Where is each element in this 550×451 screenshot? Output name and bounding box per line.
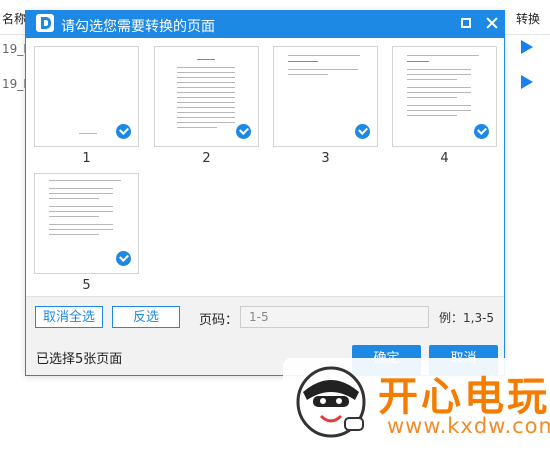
page-preview-line (407, 74, 471, 75)
page-number-label: 4 (440, 151, 449, 166)
page-number-label: 3 (321, 151, 330, 166)
page-preview-line (49, 180, 121, 181)
page-preview-line (49, 188, 113, 189)
page-select-dialog: 请勾选您需要转换的页面 1 2 3 4 5 取消全选 反选 页码： 1-5 例：… (25, 10, 505, 376)
page-number-label: 1 (82, 151, 91, 166)
page-preview-line (177, 87, 235, 88)
column-convert-header: 转换 (516, 12, 541, 26)
page-preview-line (177, 97, 235, 98)
page-preview-line (407, 115, 457, 116)
maximize-icon[interactable] (461, 18, 471, 28)
page-preview-line (407, 69, 471, 70)
play-icon[interactable] (521, 40, 533, 54)
cancel-select-all-button[interactable]: 取消全选 (35, 306, 103, 328)
page-preview-line (197, 59, 215, 60)
page-thumbnail-3[interactable] (273, 46, 378, 147)
page-preview-line (177, 102, 235, 103)
page-preview-line (288, 55, 360, 56)
page-preview-line (49, 211, 113, 212)
page-preview-line (49, 206, 113, 207)
page-preview-line (177, 117, 235, 118)
page-thumbnail-2[interactable] (154, 46, 259, 147)
page-preview-line (407, 92, 471, 93)
page-preview-line (407, 79, 457, 80)
page-preview-line (177, 122, 235, 123)
checkmark-icon[interactable] (355, 124, 370, 139)
close-icon[interactable] (485, 16, 499, 30)
checkmark-icon[interactable] (116, 124, 131, 139)
page-thumbnail-5[interactable] (34, 173, 139, 274)
page-preview-line (177, 67, 235, 68)
page-preview-line (407, 105, 471, 106)
selected-count-text: 已选择5张页面 (36, 352, 123, 367)
page-range-label: 页码： (199, 313, 239, 328)
page-preview-line (407, 110, 471, 111)
page-thumbnail-4[interactable] (392, 46, 497, 147)
checkmark-icon[interactable] (116, 251, 131, 266)
app-logo-icon (36, 14, 54, 32)
page-range-example: 例：1,3-5 (439, 311, 495, 325)
page-preview-line (407, 97, 457, 98)
page-thumbnail-grid: 1 2 3 4 5 (26, 38, 504, 296)
page-preview-line (177, 82, 235, 83)
site-watermark: 开心电玩 www.kxdw.com (283, 358, 550, 451)
page-preview-line (407, 55, 479, 56)
checkmark-icon[interactable] (474, 124, 489, 139)
page-preview-line (177, 77, 235, 78)
page-preview-line (49, 216, 99, 217)
page-preview-line (288, 61, 318, 62)
invert-selection-button[interactable]: 反选 (112, 306, 180, 328)
dialog-titlebar[interactable]: 请勾选您需要转换的页面 (26, 11, 504, 38)
watermark-url: www.kxdw.com (387, 414, 550, 438)
page-preview-line (288, 74, 328, 75)
page-number-label: 2 (202, 151, 211, 166)
play-icon[interactable] (521, 75, 533, 89)
page-preview-line (407, 61, 429, 62)
page-preview-line (49, 229, 113, 230)
dialog-title: 请勾选您需要转换的页面 (61, 19, 215, 35)
page-preview-line (177, 92, 235, 93)
page-preview-line (49, 234, 99, 235)
page-preview-line (407, 87, 471, 88)
column-name-header: 名称 (2, 12, 27, 26)
page-preview-line (49, 224, 113, 225)
page-preview-line (49, 193, 113, 194)
page-preview-line (177, 72, 235, 73)
page-preview-line (177, 107, 235, 108)
page-preview-line (177, 112, 235, 113)
page-range-input[interactable] (240, 306, 429, 328)
page-preview-line (177, 127, 217, 128)
page-preview-line (79, 133, 97, 134)
checkmark-icon[interactable] (236, 124, 251, 139)
page-thumbnail-1[interactable] (34, 46, 139, 147)
page-number-label: 5 (82, 278, 91, 293)
mascot-icon (296, 366, 366, 438)
page-preview-line (288, 69, 358, 70)
page-preview-line (49, 198, 99, 199)
